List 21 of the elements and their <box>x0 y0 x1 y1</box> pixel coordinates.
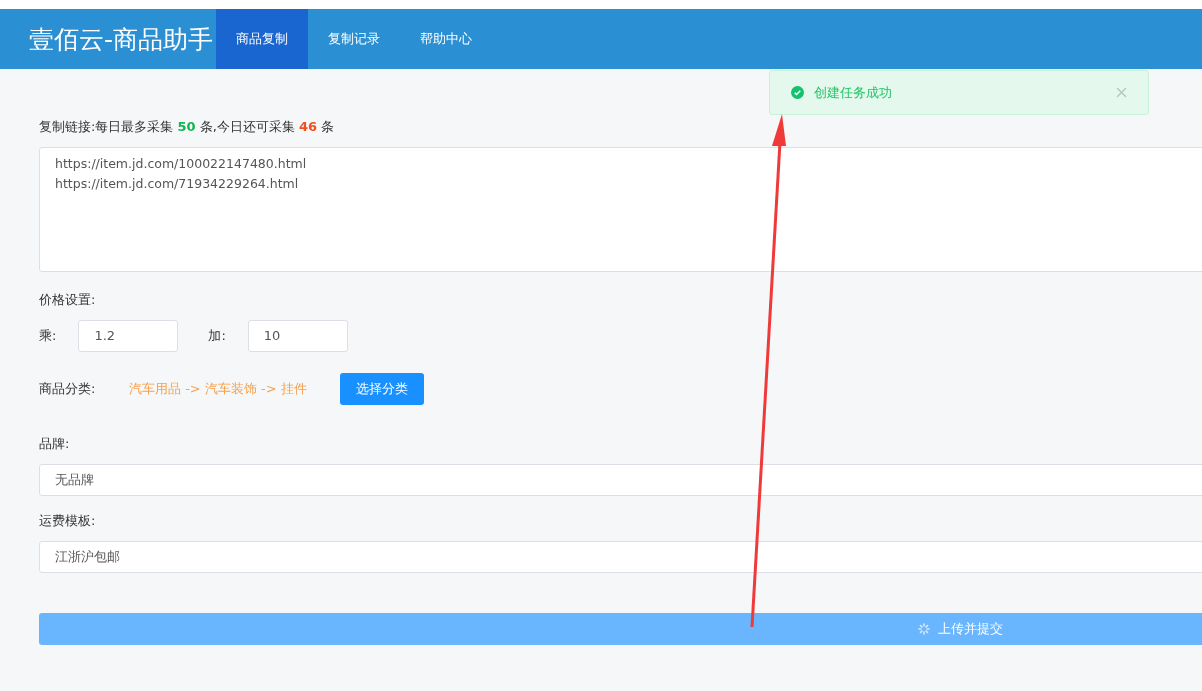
shipping-input[interactable]: 江浙沪包邮 <box>39 541 1202 573</box>
category-label: 商品分类: <box>39 380 97 398</box>
links-label: 复制链接:每日最多采集 50 条,今日还可采集 46 条 <box>39 119 336 135</box>
multiply-label: 乘: <box>39 327 57 345</box>
brand-label: 品牌: <box>39 436 71 452</box>
brand-input[interactable]: 无品牌 <box>39 464 1202 496</box>
multiply-input[interactable]: 1.2 <box>78 320 179 352</box>
price-label: 价格设置: <box>39 292 97 308</box>
close-icon[interactable] <box>1116 87 1127 98</box>
add-label: 加: <box>208 327 226 345</box>
category-path: 汽车用品 -> 汽车装饰 -> 挂件 <box>129 380 308 398</box>
app-title: 壹佰云-商品助手 <box>28 23 215 56</box>
check-circle-icon <box>791 86 804 99</box>
nav-tab[interactable]: 复制记录 <box>308 9 400 69</box>
nav-tab[interactable]: 商品复制 <box>216 9 308 69</box>
loading-icon <box>917 623 930 635</box>
toast-text: 创建任务成功 <box>814 83 893 102</box>
nav-tab[interactable]: 帮助中心 <box>400 9 492 69</box>
shipping-label: 运费模板: <box>39 513 97 529</box>
links-textarea[interactable]: https://item.jd.com/100022147480.html https://item.jd.com/71934229264.html <box>39 147 1202 272</box>
add-input[interactable]: 10 <box>247 320 348 352</box>
